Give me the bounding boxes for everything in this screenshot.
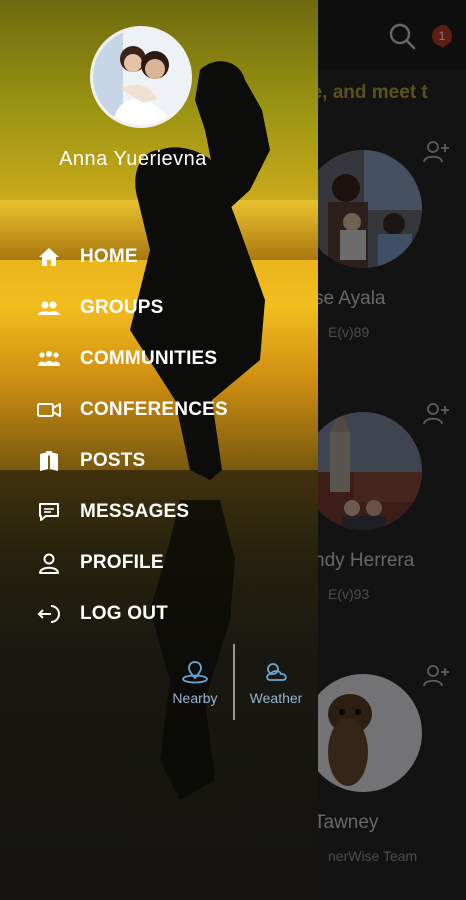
menu-item-posts[interactable]: POSTS bbox=[36, 444, 296, 478]
menu-item-profile[interactable]: PROFILE bbox=[36, 546, 296, 580]
posts-icon bbox=[36, 448, 62, 474]
nearby-label: Nearby bbox=[172, 690, 218, 706]
member-photo bbox=[304, 150, 422, 268]
weather-button[interactable]: Weather bbox=[236, 656, 316, 726]
home-icon bbox=[36, 244, 62, 270]
navigation-drawer: Anna Yuerievna HOME GROUPS COMMUNITIES C… bbox=[0, 0, 318, 900]
notification-badge: 1 bbox=[432, 26, 452, 46]
communities-icon bbox=[36, 346, 62, 372]
menu-label: MESSAGES bbox=[80, 501, 190, 522]
search-icon[interactable] bbox=[388, 22, 416, 50]
menu-label: POSTS bbox=[80, 450, 146, 471]
menu-label: COMMUNITIES bbox=[80, 348, 218, 369]
member-subtitle: E(v)89 bbox=[328, 324, 370, 340]
menu-label: HOME bbox=[80, 246, 138, 267]
add-friend-icon[interactable] bbox=[422, 138, 450, 166]
member-photo bbox=[304, 674, 422, 792]
menu-item-messages[interactable]: MESSAGES bbox=[36, 495, 296, 529]
member-photo bbox=[304, 412, 422, 530]
menu-label: PROFILE bbox=[80, 552, 164, 573]
user-avatar[interactable] bbox=[90, 26, 192, 128]
messages-icon bbox=[36, 499, 62, 525]
member-name: se Ayala bbox=[314, 288, 386, 309]
weather-label: Weather bbox=[249, 690, 303, 706]
menu-label: GROUPS bbox=[80, 297, 164, 318]
nearby-icon bbox=[182, 661, 208, 684]
video-icon bbox=[36, 397, 62, 423]
menu-label: LOG OUT bbox=[80, 603, 168, 624]
menu-label: CONFERENCES bbox=[80, 399, 228, 420]
add-friend-icon[interactable] bbox=[422, 662, 450, 690]
menu-item-home[interactable]: HOME bbox=[36, 240, 296, 274]
member-subtitle: E(v)93 bbox=[328, 586, 370, 602]
member-subtitle: nerWise Team bbox=[328, 848, 418, 864]
member-name: ndy Herrera bbox=[314, 550, 415, 571]
add-friend-icon[interactable] bbox=[422, 400, 450, 428]
welcome-banner: ge, and meet t bbox=[300, 82, 428, 103]
user-name: Anna Yuerievna bbox=[59, 148, 207, 170]
groups-icon bbox=[36, 295, 62, 321]
quick-links-divider bbox=[233, 644, 235, 720]
menu-item-logout[interactable]: LOG OUT bbox=[36, 597, 296, 631]
profile-icon bbox=[36, 550, 62, 576]
menu-item-communities[interactable]: COMMUNITIES bbox=[36, 342, 296, 376]
logout-icon bbox=[36, 601, 62, 627]
nearby-button[interactable]: Nearby bbox=[155, 656, 235, 726]
weather-icon bbox=[266, 663, 287, 681]
member-name: Tawney bbox=[314, 812, 379, 833]
menu-item-conferences[interactable]: CONFERENCES bbox=[36, 393, 296, 427]
menu-item-groups[interactable]: GROUPS bbox=[36, 291, 296, 325]
